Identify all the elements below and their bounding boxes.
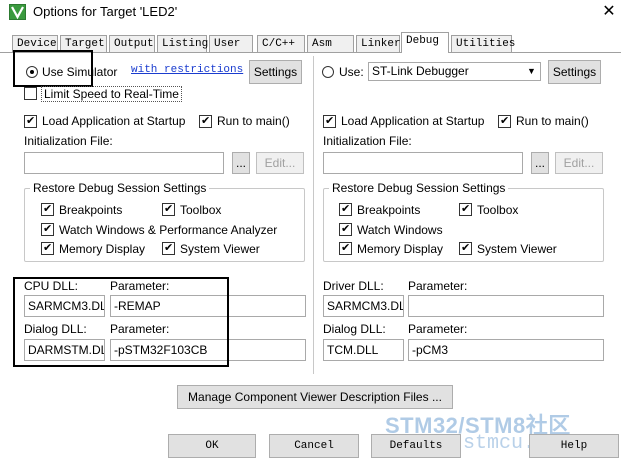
- left-run-main-label: Run to main(): [217, 114, 290, 128]
- right-init-file-input[interactable]: [323, 152, 523, 174]
- manage-component-viewer-button[interactable]: Manage Component Viewer Description File…: [177, 385, 453, 409]
- right-edit-button[interactable]: Edit...: [555, 152, 603, 174]
- left-load-app-label: Load Application at Startup: [42, 114, 186, 128]
- left-memory-label: Memory Display: [59, 242, 146, 256]
- window-title: Options for Target 'LED2': [33, 4, 178, 19]
- limit-speed-checkbox[interactable]: [24, 87, 37, 100]
- left-init-file-input[interactable]: [24, 152, 224, 174]
- right-run-main-label: Run to main(): [516, 114, 589, 128]
- driver-dll-label: Driver DLL:: [323, 279, 384, 293]
- simulator-highlight-box: [13, 50, 93, 87]
- left-edit-button[interactable]: Edit...: [256, 152, 304, 174]
- cancel-button[interactable]: Cancel: [269, 434, 359, 458]
- left-sysviewer-label: System Viewer: [180, 242, 260, 256]
- simulator-settings-button[interactable]: Settings: [249, 60, 302, 84]
- left-toolbox-label: Toolbox: [180, 203, 222, 217]
- left-toolbox-checkbox[interactable]: [162, 202, 175, 216]
- left-watch-checkbox[interactable]: [41, 222, 54, 236]
- right-memory-label: Memory Display: [357, 242, 444, 256]
- tab-listing[interactable]: Listing: [157, 35, 208, 52]
- left-watch-label: Watch Windows & Performance Analyzer: [59, 223, 278, 237]
- defaults-button[interactable]: Defaults: [371, 434, 461, 458]
- right-toolbox-checkbox[interactable]: [459, 202, 472, 216]
- left-load-app-checkbox[interactable]: [24, 114, 37, 128]
- left-browse-button[interactable]: ...: [232, 152, 250, 174]
- right-watch-label: Watch Windows: [357, 223, 443, 237]
- debugger-settings-button[interactable]: Settings: [548, 60, 601, 84]
- driver-param-label: Parameter:: [408, 279, 468, 293]
- column-divider: [313, 56, 314, 374]
- use-debugger-radio[interactable]: [322, 66, 334, 78]
- driver-param-input[interactable]: [408, 295, 604, 317]
- right-dialog-dll-label: Dialog DLL:: [323, 322, 386, 336]
- dll-highlight-box: [13, 277, 229, 367]
- right-memory-checkbox[interactable]: [339, 241, 352, 255]
- tab-user[interactable]: User: [209, 35, 253, 52]
- limit-speed-label: Limit Speed to Real-Time: [41, 86, 182, 102]
- left-run-main-checkbox[interactable]: [199, 114, 212, 128]
- right-breakpoints-label: Breakpoints: [357, 203, 421, 217]
- tab-linker[interactable]: Linker: [356, 35, 401, 52]
- chevron-down-icon[interactable]: ▼: [523, 63, 540, 80]
- tab-output[interactable]: Output: [109, 35, 155, 52]
- left-memory-checkbox[interactable]: [41, 241, 54, 255]
- right-run-main-checkbox[interactable]: [498, 114, 511, 128]
- right-restore-group-title: Restore Debug Session Settings: [329, 181, 509, 195]
- right-dialog-param-input[interactable]: -pCM3: [408, 339, 604, 361]
- ok-button[interactable]: OK: [168, 434, 256, 458]
- close-icon[interactable]: ✕: [598, 1, 620, 23]
- right-dialog-param-label: Parameter:: [408, 322, 468, 336]
- tab-debug[interactable]: Debug: [401, 32, 449, 53]
- right-sysviewer-label: System Viewer: [477, 242, 557, 256]
- tab-asm[interactable]: Asm: [307, 35, 354, 52]
- debugger-select[interactable]: ST-Link Debugger ▼: [368, 62, 541, 81]
- debugger-select-value: ST-Link Debugger: [372, 64, 469, 78]
- help-button[interactable]: Help: [529, 434, 619, 458]
- right-load-app-checkbox[interactable]: [323, 114, 336, 128]
- use-debugger-label: Use:: [339, 65, 364, 79]
- app-icon: [9, 4, 26, 20]
- right-sysviewer-checkbox[interactable]: [459, 241, 472, 255]
- left-init-file-label: Initialization File:: [24, 134, 113, 148]
- driver-dll-input[interactable]: SARMCM3.DLL: [323, 295, 404, 317]
- right-watch-checkbox[interactable]: [339, 222, 352, 236]
- left-breakpoints-checkbox[interactable]: [41, 202, 54, 216]
- left-restore-group-title: Restore Debug Session Settings: [30, 181, 210, 195]
- right-toolbox-label: Toolbox: [477, 203, 519, 217]
- left-breakpoints-label: Breakpoints: [59, 203, 123, 217]
- right-load-app-label: Load Application at Startup: [341, 114, 485, 128]
- right-init-file-label: Initialization File:: [323, 134, 412, 148]
- left-sysviewer-checkbox[interactable]: [162, 241, 175, 255]
- restrictions-link[interactable]: with restrictions: [131, 64, 243, 76]
- tab-cc[interactable]: C/C++: [257, 35, 305, 52]
- tab-utilities[interactable]: Utilities: [451, 35, 515, 52]
- right-browse-button[interactable]: ...: [531, 152, 549, 174]
- right-dialog-dll-input[interactable]: TCM.DLL: [323, 339, 404, 361]
- right-breakpoints-checkbox[interactable]: [339, 202, 352, 216]
